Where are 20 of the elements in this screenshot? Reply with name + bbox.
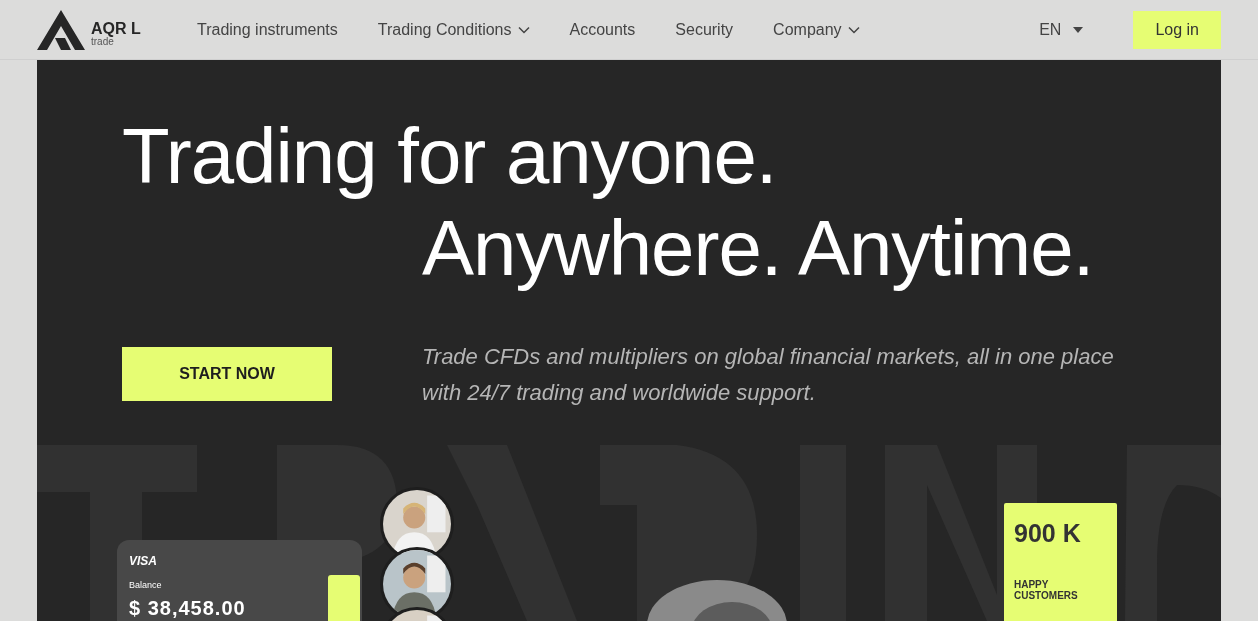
- card-brand: VISA: [129, 553, 158, 570]
- login-button[interactable]: Log in: [1133, 10, 1221, 49]
- language-selector[interactable]: EN: [1039, 17, 1084, 42]
- caret-icon: [1073, 26, 1084, 33]
- logo-text: AQR L: [91, 20, 141, 37]
- nav-link[interactable]: Trading Conditions: [377, 17, 530, 42]
- logo-subtitle: trade: [91, 36, 114, 47]
- nav-link[interactable]: Security: [675, 17, 734, 42]
- nav-link[interactable]: Accounts: [569, 17, 636, 42]
- stat-value: 900 K: [1014, 518, 1082, 549]
- hero-title: Trading for anyone.: [122, 111, 778, 202]
- balance-amount: $ 38,458.00: [129, 595, 247, 621]
- balance-label: Balance: [129, 579, 163, 592]
- nav-link[interactable]: Trading instruments: [197, 17, 338, 42]
- hero-subtitle: Trade CFDs and multipliers on global financial markets, all in one place with 24/7 trading and worldwide support.: [422, 343, 1115, 408]
- start-now-button[interactable]: START NOW: [122, 347, 332, 402]
- stat-label: HAPPY CUSTOMERS: [1014, 578, 1079, 601]
- hero-title: Anywhere. Anytime.: [422, 202, 1095, 294]
- nav-link[interactable]: Company: [773, 17, 860, 42]
- card-accent: [328, 575, 360, 621]
